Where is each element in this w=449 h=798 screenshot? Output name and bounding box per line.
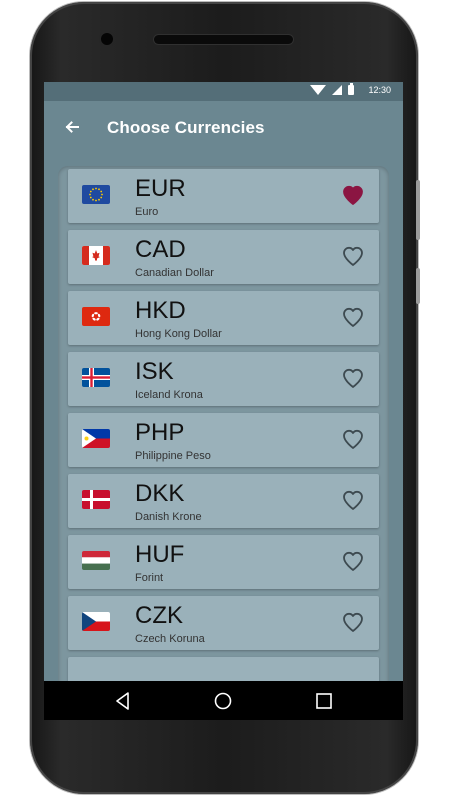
currency-code: ISK xyxy=(135,358,174,385)
navigation-bar xyxy=(44,681,403,720)
heart-outline-icon[interactable] xyxy=(341,610,365,634)
currency-name: Hong Kong Dollar xyxy=(135,328,222,340)
wifi-icon xyxy=(310,85,327,95)
heart-outline-icon[interactable] xyxy=(341,488,365,512)
currency-name: Danish Krone xyxy=(135,511,202,523)
currency-row-hkd[interactable]: HKD Hong Kong Dollar xyxy=(68,291,379,345)
currency-row-isk[interactable]: ISK Iceland Krona xyxy=(68,352,379,406)
currency-code: HUF xyxy=(135,541,185,568)
currency-code: DKK xyxy=(135,480,185,507)
home-nav-icon[interactable] xyxy=(213,691,233,711)
heart-outline-icon[interactable] xyxy=(341,305,365,329)
currency-row-dkk[interactable]: DKK Danish Krone xyxy=(68,474,379,528)
eu-flag-icon xyxy=(82,185,110,204)
power-button xyxy=(416,268,420,304)
signal-icon xyxy=(332,85,343,95)
currency-code: EUR xyxy=(135,175,186,202)
currency-list: EUR Euro CAD Canadian Dollar HKD Hong Kong Do… xyxy=(58,166,389,720)
front-camera xyxy=(101,33,113,45)
hk-flag-icon xyxy=(82,307,110,326)
heart-outline-icon[interactable] xyxy=(341,427,365,451)
back-button[interactable] xyxy=(60,115,84,139)
heart-outline-icon[interactable] xyxy=(341,244,365,268)
currency-code: HKD xyxy=(135,297,186,324)
hu-flag-icon xyxy=(82,551,110,570)
toolbar: Choose Currencies xyxy=(44,101,403,155)
currency-row-huf[interactable]: HUF Forint xyxy=(68,535,379,589)
battery-icon xyxy=(348,83,355,95)
currency-name: Iceland Krona xyxy=(135,389,203,401)
cz-flag-icon xyxy=(82,612,110,631)
heart-outline-icon[interactable] xyxy=(341,366,365,390)
status-time: 12:30 xyxy=(368,85,391,95)
ca-flag-icon xyxy=(82,246,110,265)
currency-name: Philippine Peso xyxy=(135,450,211,462)
currency-code: CAD xyxy=(135,236,186,263)
status-bar: 12:30 xyxy=(44,82,403,101)
currency-row-php[interactable]: PHP Philippine Peso xyxy=(68,413,379,467)
heart-filled-icon[interactable] xyxy=(341,183,365,207)
currency-name: Canadian Dollar xyxy=(135,267,214,279)
recents-nav-icon[interactable] xyxy=(314,691,334,711)
dk-flag-icon xyxy=(82,490,110,509)
currency-code: PHP xyxy=(135,419,185,446)
currency-name: Czech Koruna xyxy=(135,633,205,645)
currency-row-cad[interactable]: CAD Canadian Dollar xyxy=(68,230,379,284)
back-nav-icon[interactable] xyxy=(113,691,133,711)
arrow-left-icon xyxy=(65,121,79,133)
page-title: Choose Currencies xyxy=(107,118,265,137)
currency-code: CZK xyxy=(135,602,183,629)
currency-name: Euro xyxy=(135,206,159,218)
currency-row-eur[interactable]: EUR Euro xyxy=(68,169,379,223)
screen: 12:30 Choose Currencies EUR Euro CAD Canadi… xyxy=(44,82,403,720)
currency-name: Forint xyxy=(135,572,164,584)
heart-outline-icon[interactable] xyxy=(341,549,365,573)
volume-button xyxy=(416,180,420,240)
currency-row-czk[interactable]: CZK Czech Koruna xyxy=(68,596,379,650)
ph-flag-icon xyxy=(82,429,110,448)
is-flag-icon xyxy=(82,368,110,387)
earpiece-speaker xyxy=(154,35,293,44)
